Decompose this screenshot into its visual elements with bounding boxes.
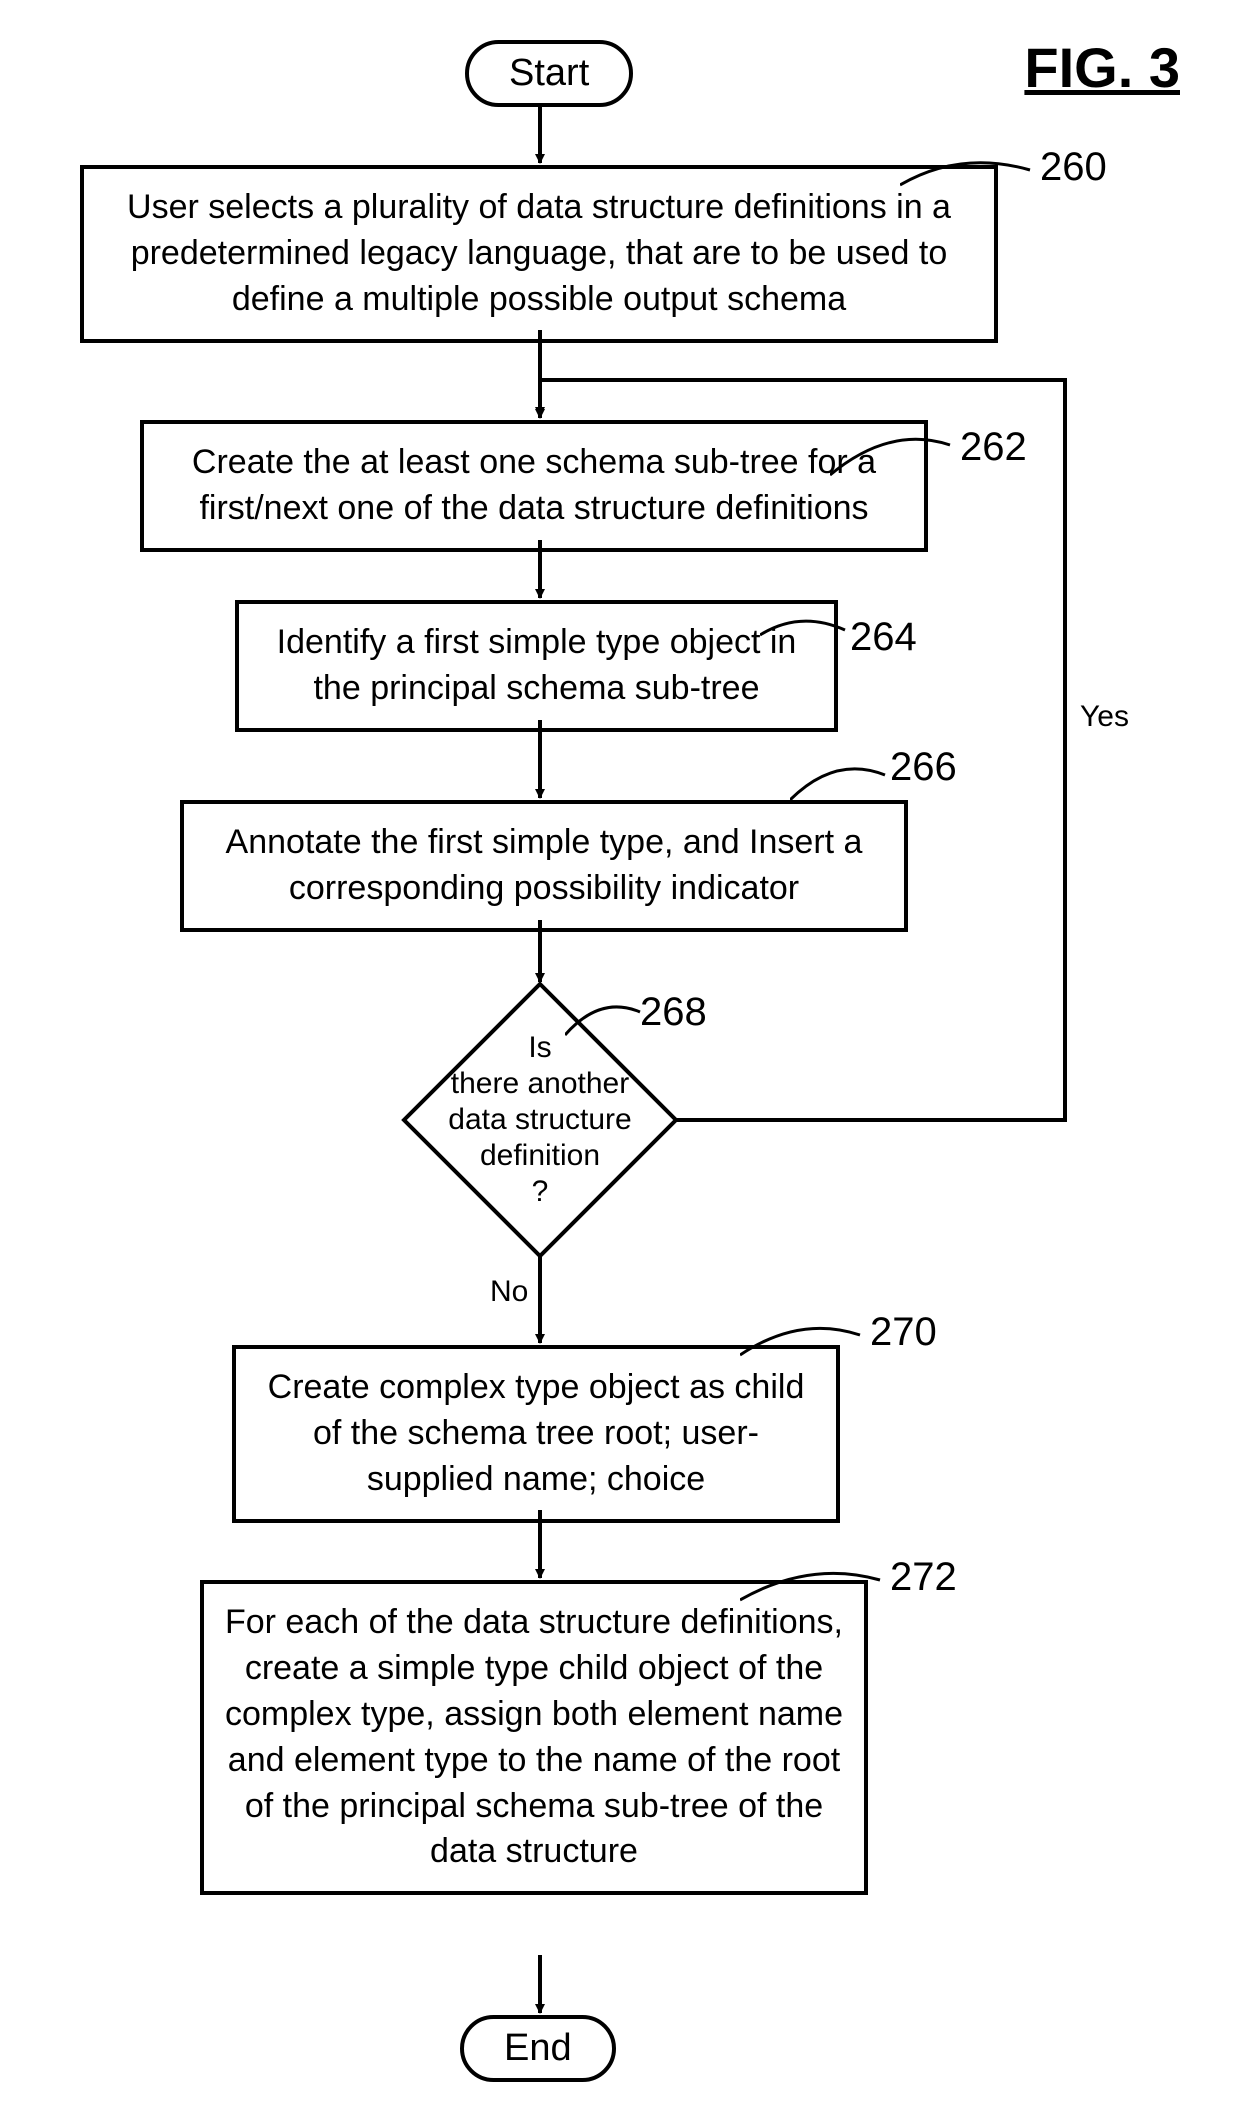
process-270: Create complex type object as child of t…: [232, 1345, 840, 1523]
leader-264: [760, 610, 850, 650]
leader-272: [740, 1565, 890, 1615]
end-terminator: End: [460, 2015, 616, 2082]
start-terminator: Start: [465, 40, 633, 107]
leader-266: [790, 760, 890, 810]
process-264: Identify a first simple type object in t…: [235, 600, 838, 732]
leader-270: [740, 1320, 870, 1370]
leader-268: [565, 1000, 645, 1045]
ref-268: 268: [640, 990, 707, 1035]
leader-260: [900, 155, 1040, 205]
process-266: Annotate the first simple type, and Inse…: [180, 800, 908, 932]
edge-yes: Yes: [1080, 700, 1129, 734]
ref-262: 262: [960, 425, 1027, 470]
ref-260: 260: [1040, 145, 1107, 190]
process-272: For each of the data structure definitio…: [200, 1580, 868, 1895]
ref-266: 266: [890, 745, 957, 790]
edge-no: No: [490, 1275, 528, 1309]
leader-262: [830, 430, 960, 485]
process-262: Create the at least one schema sub-tree …: [140, 420, 928, 552]
ref-264: 264: [850, 615, 917, 660]
process-260: User selects a plurality of data structu…: [80, 165, 998, 343]
ref-270: 270: [870, 1310, 937, 1355]
figure-title: FIG. 3: [1024, 35, 1180, 100]
ref-272: 272: [890, 1555, 957, 1600]
